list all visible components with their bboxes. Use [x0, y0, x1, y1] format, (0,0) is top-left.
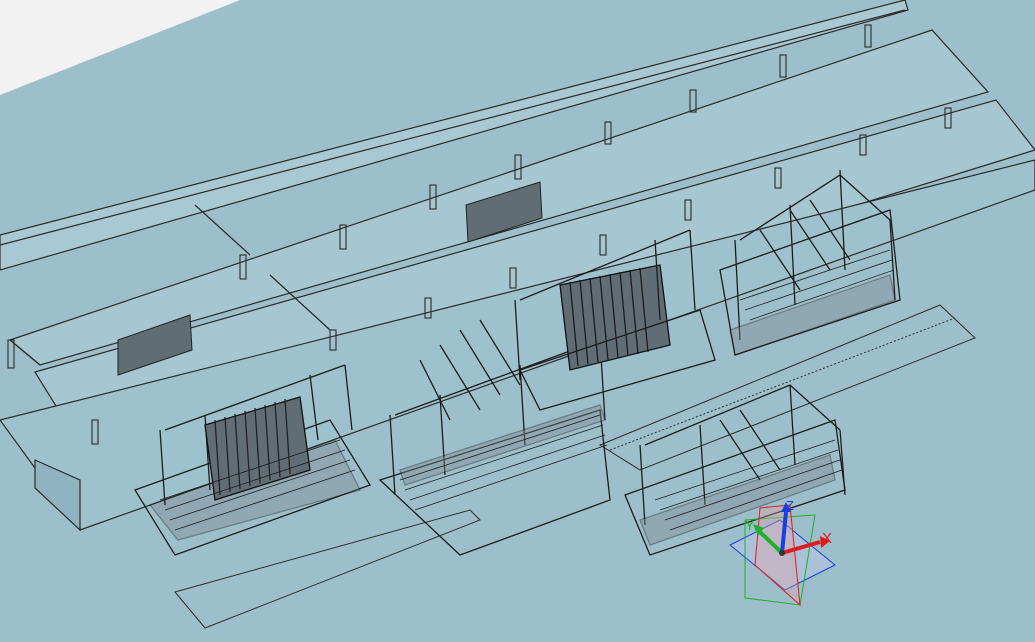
- triad-origin: [779, 550, 785, 556]
- model-view: [0, 0, 1035, 629]
- triad-x-label: X: [822, 530, 833, 547]
- cad-3d-viewport[interactable]: X Y Z: [0, 0, 1035, 637]
- triad-y-label: Y: [745, 517, 755, 533]
- building-structure: [0, 0, 1035, 532]
- background-corner: [0, 0, 240, 95]
- xz-plane: [754, 504, 801, 607]
- triad-z-label: Z: [786, 498, 794, 513]
